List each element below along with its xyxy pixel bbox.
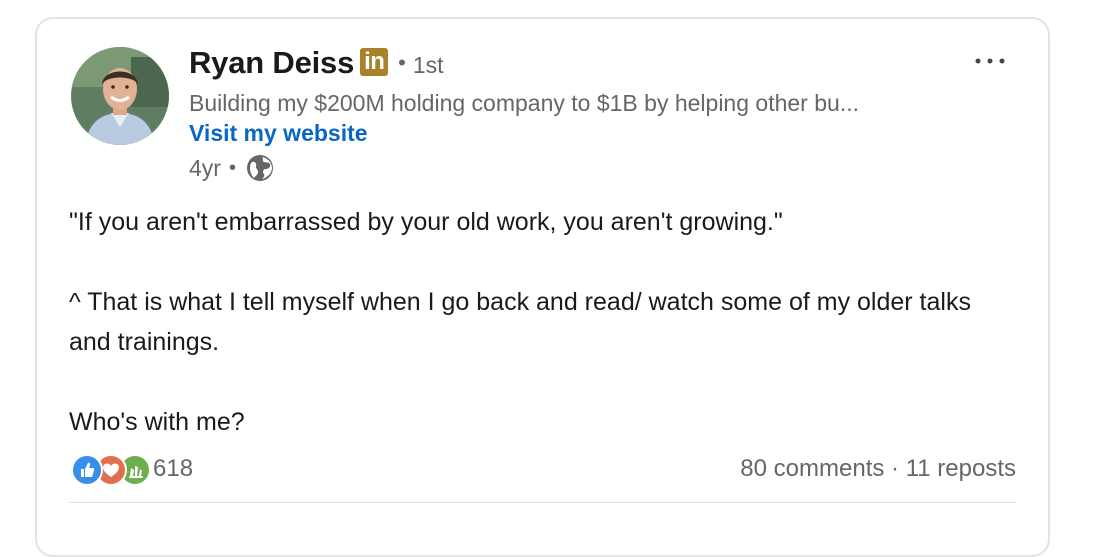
divider: [69, 502, 1016, 503]
reaction-count: 618: [153, 455, 194, 482]
author-avatar[interactable]: [71, 47, 169, 145]
comments-count-link[interactable]: 80 comments: [740, 455, 884, 482]
meta-separator: •: [228, 156, 236, 179]
more-options-button[interactable]: [970, 49, 1010, 73]
reaction-icons: [71, 454, 151, 486]
social-counts: 80 comments · 11 reposts: [740, 455, 1016, 483]
linkedin-premium-badge-icon: in: [360, 48, 389, 76]
post-timestamp: 4yr: [189, 154, 221, 181]
counts-separator: ·: [891, 455, 900, 482]
author-name[interactable]: Ryan Deiss: [189, 45, 354, 81]
post-card: Ryan Deiss in • 1st Building my $200M ho…: [35, 17, 1050, 557]
post-meta: 4yr •: [189, 153, 275, 183]
post-paragraph: "If you aren't embarrassed by your old w…: [69, 208, 783, 236]
post-text: "If you aren't embarrassed by your old w…: [69, 202, 1019, 442]
post-paragraph: Who's with me?: [69, 408, 245, 436]
author-name-row: Ryan Deiss in • 1st: [189, 45, 444, 81]
connection-degree: 1st: [412, 51, 444, 78]
badge-text: in: [364, 48, 385, 75]
globe-icon: [245, 153, 275, 183]
reposts-count-link[interactable]: 11 reposts: [906, 455, 1016, 482]
visit-website-link[interactable]: Visit my website: [189, 120, 368, 147]
post-paragraph: ^ That is what I tell myself when I go b…: [69, 288, 971, 356]
like-icon: [71, 454, 103, 486]
author-headline[interactable]: Building my $200M holding company to $1B…: [189, 90, 859, 117]
degree-separator: •: [398, 50, 406, 75]
reactions-summary[interactable]: 618: [71, 454, 194, 486]
